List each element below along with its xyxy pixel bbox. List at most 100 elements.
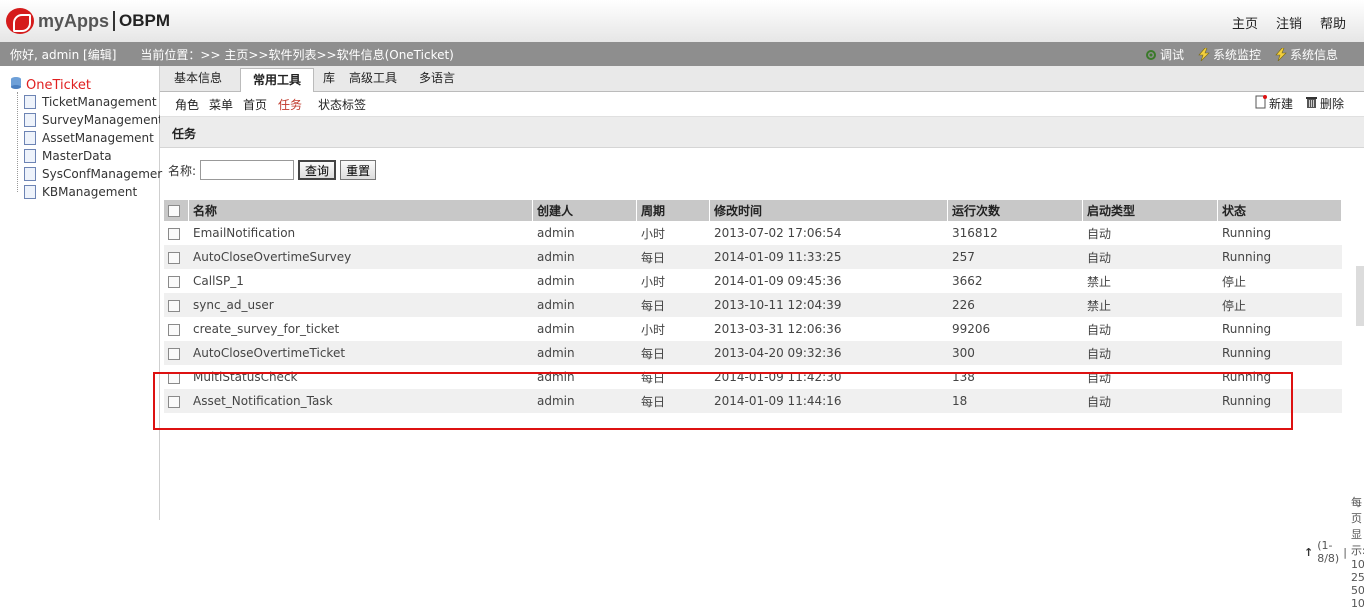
- cell-cycle: 小时: [641, 322, 666, 337]
- cell-status: 停止: [1217, 293, 1342, 317]
- row-checkbox[interactable]: [168, 275, 180, 288]
- cell-cycle: 小时: [641, 226, 666, 241]
- col-run-count[interactable]: 运行次数: [947, 200, 1083, 221]
- cell-start-type: 自动: [1082, 245, 1218, 269]
- cell-name[interactable]: CallSP_1: [189, 269, 533, 293]
- name-search-input[interactable]: [200, 160, 295, 180]
- cell-run-count: 257: [947, 245, 1083, 269]
- database-icon: [10, 76, 22, 94]
- tree-item[interactable]: AssetManagement: [24, 131, 154, 145]
- scrollbar[interactable]: [1356, 266, 1364, 326]
- system-monitor-button[interactable]: 系统监控: [1198, 46, 1261, 63]
- nav-logout[interactable]: 注销: [1276, 13, 1302, 32]
- page-size-options[interactable]: 每页显示: 10, 25, 50, 100: [1351, 494, 1364, 610]
- app-tree: OneTicket TicketManagement SurveyManagem…: [0, 66, 163, 520]
- delete-button[interactable]: 删除: [1305, 95, 1344, 112]
- row-checkbox[interactable]: [168, 251, 180, 264]
- section-header: 任务: [160, 117, 1364, 148]
- cell-name[interactable]: sync_ad_user: [188, 293, 533, 317]
- col-creator[interactable]: 创建人: [532, 200, 637, 221]
- cell-status: Running: [1217, 341, 1342, 365]
- document-icon: [24, 131, 36, 145]
- cell-start-type: 自动: [1082, 341, 1218, 365]
- col-cycle[interactable]: 周期: [636, 200, 710, 221]
- subtab-roles[interactable]: 角色: [175, 96, 199, 113]
- top-nav: 主页 注销 帮助: [1232, 13, 1346, 32]
- tree-item[interactable]: SurveyManagement: [24, 113, 163, 127]
- tab-bar: 基本信息 常用工具 库 高级工具 多语言: [160, 66, 1364, 92]
- greeting[interactable]: 你好, admin [编辑]: [10, 46, 116, 63]
- table-row[interactable]: EmailNotification admin 小时 2013-07-02 17:06…: [164, 221, 1342, 245]
- table-row[interactable]: AutoCloseOvertimeSurvey admin 每日 2014-01-09…: [164, 245, 1342, 269]
- cell-start-type: 禁止: [1082, 293, 1218, 317]
- cell-modified: 2014-01-09 11:33:25: [709, 245, 948, 269]
- cell-name[interactable]: AutoCloseOvertimeTicket: [188, 341, 533, 365]
- cell-cycle: 每日: [636, 293, 710, 317]
- cell-start-type: 自动: [1087, 322, 1112, 337]
- cell-name[interactable]: EmailNotification: [189, 221, 533, 245]
- tree-item[interactable]: SysConfManagemer: [24, 167, 162, 181]
- row-checkbox[interactable]: [168, 323, 180, 336]
- nav-help[interactable]: 帮助: [1320, 13, 1346, 32]
- document-icon: [24, 95, 36, 109]
- cell-run-count: 300: [947, 341, 1083, 365]
- cell-status: Running: [1222, 226, 1272, 240]
- debug-button[interactable]: 调试: [1145, 46, 1184, 63]
- cell-creator: admin: [532, 341, 637, 365]
- nav-home[interactable]: 主页: [1232, 13, 1258, 32]
- tree-root[interactable]: OneTicket: [10, 76, 91, 94]
- main-panel: 基本信息 常用工具 库 高级工具 多语言 角色 菜单 首页 任务 状态标签 新建…: [160, 66, 1364, 610]
- col-start-type[interactable]: 启动类型: [1082, 200, 1218, 221]
- subtab-status-labels[interactable]: 状态标签: [318, 96, 366, 113]
- cell-start-type: 自动: [1087, 226, 1112, 241]
- table-row[interactable]: AutoCloseOvertimeTicket admin 每日 2013-04-20…: [164, 341, 1342, 365]
- table-row[interactable]: sync_ad_user admin 每日 2013-10-11 12:04:39 22…: [164, 293, 1342, 317]
- cell-status: Running: [1222, 322, 1272, 336]
- cell-modified: 2013-07-02 17:06:54: [714, 226, 842, 240]
- col-status[interactable]: 状态: [1217, 200, 1342, 221]
- cell-modified: 2013-03-31 12:06:36: [714, 322, 842, 336]
- cell-modified: 2013-10-11 12:04:39: [709, 293, 948, 317]
- select-all-checkbox[interactable]: [168, 205, 180, 217]
- logo-mark-icon: [6, 8, 34, 34]
- system-info-button[interactable]: 系统信息: [1275, 46, 1338, 63]
- logo[interactable]: myApps OBPM: [6, 6, 170, 36]
- tab-multilanguage[interactable]: 多语言: [419, 69, 455, 86]
- tab-advanced-tools[interactable]: 高级工具: [349, 69, 397, 86]
- col-modified[interactable]: 修改时间: [709, 200, 948, 221]
- col-name[interactable]: 名称: [188, 200, 533, 221]
- cell-run-count: 3662: [952, 274, 983, 288]
- row-checkbox[interactable]: [168, 299, 180, 312]
- tree-item[interactable]: TicketManagement: [24, 95, 157, 109]
- lightning-icon: [1198, 48, 1210, 61]
- pager: ↑ (1-8/8) | 每页显示: 10, 25, 50, 100: [1304, 494, 1364, 610]
- reset-button[interactable]: 重置: [340, 160, 377, 180]
- subtab-tasks[interactable]: 任务: [278, 96, 302, 113]
- subtab-homepage[interactable]: 首页: [243, 96, 267, 113]
- logo-text: myApps: [38, 10, 110, 31]
- tab-basic-info[interactable]: 基本信息: [174, 69, 222, 86]
- row-checkbox[interactable]: [168, 227, 180, 240]
- new-button[interactable]: 新建: [1255, 95, 1293, 112]
- cell-creator: admin: [537, 274, 575, 288]
- new-document-icon: [1255, 95, 1267, 112]
- cell-start-type: 禁止: [1087, 274, 1112, 289]
- pager-arrow-icon[interactable]: ↑: [1304, 546, 1313, 559]
- tree-item[interactable]: MasterData: [24, 149, 112, 163]
- query-button[interactable]: 查询: [298, 160, 337, 180]
- row-checkbox[interactable]: [168, 347, 180, 360]
- cell-run-count: 226: [947, 293, 1083, 317]
- cell-cycle: 每日: [636, 245, 710, 269]
- pager-range: (1-8/8): [1317, 539, 1340, 565]
- breadcrumb: 当前位置：>> 主页>>软件列表>>软件信息(OneTicket): [140, 48, 454, 62]
- tab-library[interactable]: 库: [323, 69, 335, 86]
- table-row[interactable]: CallSP_1 admin 小时 2014-01-09 09:45:36 3662 禁止…: [164, 269, 1342, 293]
- cell-name[interactable]: create_survey_for_ticket: [189, 317, 533, 341]
- tab-common-tools[interactable]: 常用工具: [240, 68, 315, 92]
- table-header-row: 名称 创建人 周期 修改时间 运行次数 启动类型 状态: [164, 200, 1342, 221]
- subtab-menu[interactable]: 菜单: [209, 96, 233, 113]
- tree-item[interactable]: KBManagement: [24, 185, 137, 199]
- table-row[interactable]: create_survey_for_ticket admin 小时 2013-03-3…: [164, 317, 1342, 341]
- cell-run-count: 316812: [952, 226, 998, 240]
- cell-name[interactable]: AutoCloseOvertimeSurvey: [188, 245, 533, 269]
